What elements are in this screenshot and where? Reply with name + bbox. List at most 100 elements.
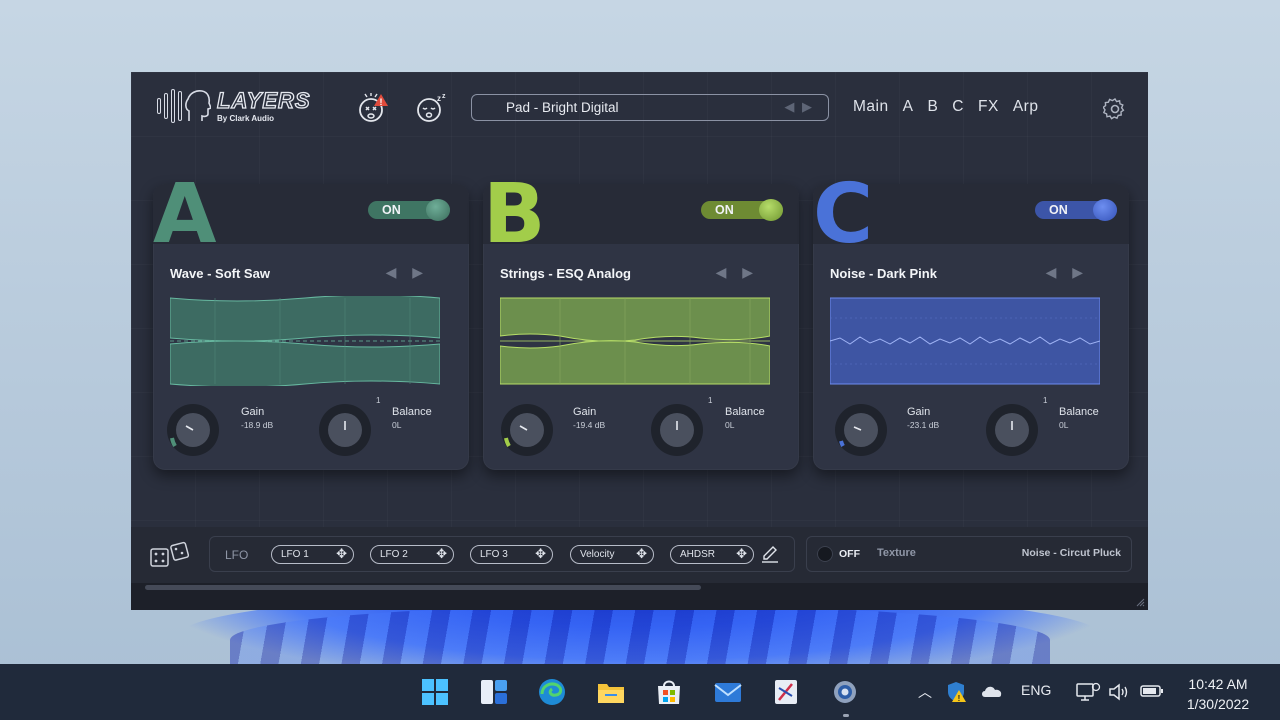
network-icon[interactable] [1075,680,1101,704]
layer-b-gain-label: Gain [573,406,597,418]
ahdsr-label: AHDSR [680,549,716,560]
layer-b-balance-value: 0L [725,420,735,430]
layer-a-toggle[interactable]: ON [368,199,450,221]
layer-letter-c: C [813,167,873,262]
layer-c-gain-value: -23.1 dB [907,420,940,430]
nav-c[interactable]: C [952,98,964,116]
settings-icon[interactable] [829,676,861,708]
texture-group: OFF Texture Noise - Circut Pluck [806,536,1132,572]
show-hidden-icons-chevron-icon[interactable]: ︿ [918,682,932,702]
panic-face-icon[interactable]: ! [357,92,389,124]
layer-a-balance-top: 1 [376,396,381,405]
pencil-icon[interactable] [761,545,779,563]
battery-icon[interactable] [1140,684,1164,698]
logo-title: LAYERS [216,87,311,113]
dice-randomize-icon[interactable] [149,541,193,569]
move-icon[interactable]: ✥ [636,546,647,562]
lfo3-label: LFO 3 [480,549,508,560]
move-icon[interactable]: ✥ [336,546,347,562]
widgets-icon[interactable] [478,676,510,708]
snipping-icon[interactable] [770,676,802,708]
layers-plugin-window: LAYERS By Clark Audio ! z z Pad - Bright… [131,72,1148,610]
layer-c-sound-arrows[interactable]: ◀ ▶ [1046,264,1089,281]
lfo1-label: LFO 1 [281,549,309,560]
preset-name: Pad - Bright Digital [506,100,619,115]
layer-c-balance-label: Balance [1059,406,1099,418]
sleep-face-icon[interactable]: z z [415,92,447,124]
layer-c-sound-name: Noise - Dark Pink [830,266,937,281]
scrollbar-thumb[interactable] [145,585,701,590]
lfo-label: LFO [225,548,249,562]
layer-a-balance-knob[interactable] [317,402,373,458]
security-warning-icon[interactable]: ! [944,680,968,704]
plugin-topbar: LAYERS By Clark Audio ! z z Pad - Bright… [131,72,1148,142]
preset-arrows[interactable]: ◀ ▶ [784,99,814,115]
volume-icon[interactable] [1108,682,1130,702]
velocity-label: Velocity [580,549,615,560]
layer-c-toggle[interactable]: ON [1035,199,1117,221]
store-icon[interactable] [653,676,685,708]
layer-a-gain-value: -18.9 dB [241,420,274,430]
texture-toggle[interactable]: OFF [817,546,869,562]
layer-card-c: C ON Noise - Dark Pink ◀ ▶ Gain -23.1 dB… [813,174,1129,470]
layer-b-balance-top: 1 [708,396,713,405]
layer-a-gain-label: Gain [241,406,265,418]
layer-c-balance-knob[interactable] [984,402,1040,458]
system-clock[interactable]: 10:42 AM 1/30/2022 [1170,674,1266,714]
lfo1-pill[interactable]: LFO 1 ✥ [271,545,354,564]
resize-grip-icon[interactable] [1135,597,1145,607]
layer-b-waveform [500,296,770,386]
layer-b-sound-arrows[interactable]: ◀ ▶ [716,264,759,281]
head-silhouette-icon [185,90,211,121]
lfo-modulator-group: LFO LFO 1 ✥ LFO 2 ✥ LFO 3 ✥ Velocity ✥ AHDSR… [209,536,795,572]
layer-a-balance-value: 0L [392,420,402,430]
lfo2-label: LFO 2 [380,549,408,560]
layer-letter-a: A [153,167,216,262]
nav-a[interactable]: A [903,98,914,116]
layer-a-balance-label: Balance [392,406,432,418]
velocity-pill[interactable]: Velocity ✥ [570,545,654,564]
ahdsr-pill[interactable]: AHDSR ✥ [670,545,754,564]
active-app-indicator [843,714,849,717]
windows-start-icon[interactable] [419,676,451,708]
layer-a-sound-name: Wave - Soft Saw [170,266,270,281]
nav-arp[interactable]: Arp [1013,98,1039,116]
nav-main[interactable]: Main [853,98,889,116]
layer-b-balance-knob[interactable] [649,402,705,458]
file-explorer-icon[interactable] [595,676,627,708]
layer-a-sound-arrows[interactable]: ◀ ▶ [386,264,429,281]
layer-c-balance-top: 1 [1043,396,1048,405]
lfo2-pill[interactable]: LFO 2 ✥ [370,545,454,564]
texture-preset-name[interactable]: Noise - Circut Pluck [1022,547,1121,559]
layer-b-balance-label: Balance [725,406,765,418]
layer-b-toggle-label: ON [715,203,734,217]
preset-selector[interactable]: Pad - Bright Digital ◀ ▶ [471,94,829,121]
move-icon[interactable]: ✥ [736,546,747,562]
layer-b-gain-knob[interactable] [499,402,555,458]
move-icon[interactable]: ✥ [436,546,447,562]
layer-c-gain-knob[interactable] [833,402,889,458]
layer-b-toggle[interactable]: ON [701,199,783,221]
layer-letter-b: B [483,167,545,262]
section-nav: Main A B C FX Arp [853,98,1038,116]
layer-card-a: A ON Wave - Soft Saw ◀ ▶ Gain -18.9 dB 1 [153,174,469,470]
modulation-bar: LFO LFO 1 ✥ LFO 2 ✥ LFO 3 ✥ Velocity ✥ AHDSR… [131,527,1148,583]
svg-text:z: z [437,94,441,103]
onedrive-cloud-icon[interactable] [980,682,1004,700]
layer-a-gain-knob[interactable] [165,402,221,458]
layer-card-b: B ON Strings - ESQ Analog ◀ ▶ Gain -19.4… [483,174,799,470]
nav-b[interactable]: B [927,98,938,116]
mail-icon[interactable] [712,676,744,708]
gear-icon[interactable] [1103,97,1127,121]
logo-bars-icon [157,88,211,124]
layer-b-gain-value: -19.4 dB [573,420,606,430]
nav-fx[interactable]: FX [978,98,999,116]
layer-b-sound-name: Strings - ESQ Analog [500,266,631,281]
language-indicator[interactable]: ENG [1021,682,1051,698]
move-icon[interactable]: ✥ [535,546,546,562]
layer-c-balance-value: 0L [1059,420,1069,430]
lfo3-pill[interactable]: LFO 3 ✥ [470,545,553,564]
horizontal-scrollbar[interactable] [131,583,1148,610]
layer-c-gain-label: Gain [907,406,931,418]
edge-icon[interactable] [536,676,568,708]
